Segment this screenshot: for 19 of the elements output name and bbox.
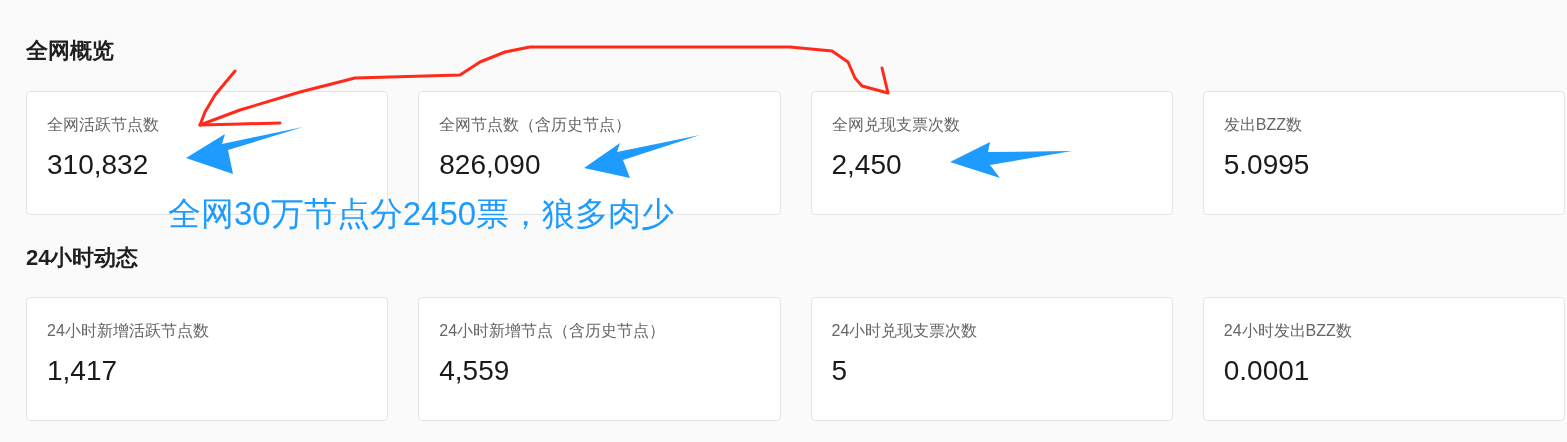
stat-label: 24小时新增节点（含历史节点）: [439, 321, 666, 341]
stat-label: 全网兑现支票次数: [831, 115, 960, 135]
stat-label: 全网活跃节点数: [47, 115, 159, 135]
stat-value: 2,450: [831, 148, 902, 182]
stat-value: 310,832: [47, 148, 149, 182]
stat-label: 24小时兑现支票次数: [831, 321, 978, 341]
stat-value: 5: [831, 354, 848, 388]
stat-label: 全网节点数（含历史节点）: [439, 115, 632, 135]
stat-label: 发出BZZ数: [1223, 115, 1302, 135]
stat-value: 1,417: [47, 354, 118, 388]
annotation-text: 全网30万节点分2450票，狼多肉少: [168, 194, 675, 234]
stat-value: 826,090: [439, 148, 541, 182]
section-title: 24小时动态: [26, 243, 139, 272]
stat-value: 0.0001: [1223, 354, 1310, 388]
stat-label: 24小时发出BZZ数: [1223, 321, 1352, 341]
section-title: 全网概览: [26, 36, 114, 65]
stat-value: 4,559: [439, 354, 510, 388]
stat-label: 24小时新增活跃节点数: [47, 321, 209, 341]
stat-value: 5.0995: [1223, 148, 1310, 182]
